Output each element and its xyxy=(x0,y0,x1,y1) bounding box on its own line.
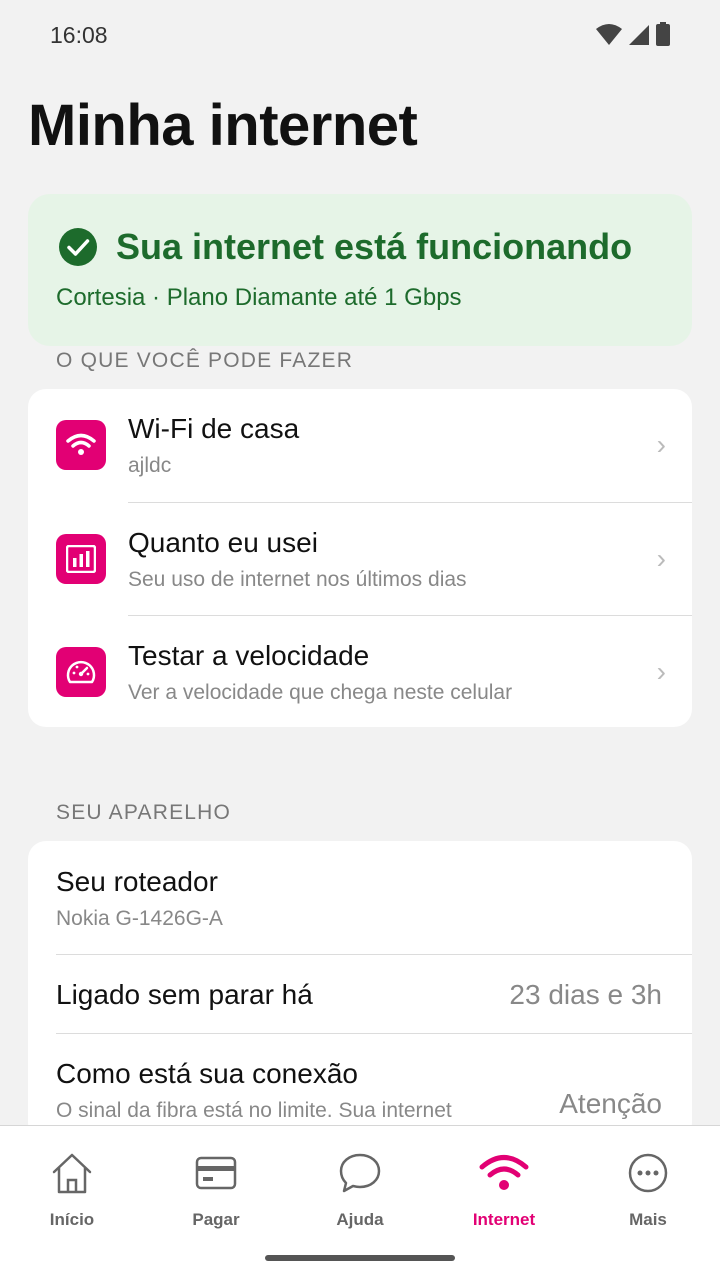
router-title: Seu roteador xyxy=(56,866,218,897)
page-title: Minha internet xyxy=(28,93,418,158)
check-circle-icon xyxy=(59,228,97,266)
action-title: Quanto eu usei xyxy=(128,527,318,558)
action-subtitle: Seu uso de internet nos últimos dias xyxy=(128,568,467,591)
wifi-signal-icon xyxy=(596,24,622,45)
status-icons xyxy=(596,22,670,46)
home-icon xyxy=(0,1150,144,1196)
uptime-label: Ligado sem parar há xyxy=(56,979,313,1010)
more-icon xyxy=(576,1150,720,1196)
wifi-icon xyxy=(432,1150,576,1196)
nav-item-ajuda[interactable]: Ajuda xyxy=(288,1150,432,1230)
nav-item-inicio[interactable]: Início xyxy=(0,1150,144,1230)
chevron-right-icon: › xyxy=(656,429,666,460)
nav-item-internet[interactable]: Internet xyxy=(432,1150,576,1230)
connection-detail: O sinal da fibra está no limite. Sua int… xyxy=(56,1099,452,1122)
chat-icon xyxy=(288,1150,432,1196)
connection-status-value: Atenção xyxy=(559,1088,662,1119)
action-subtitle: Ver a velocidade que chega neste celular xyxy=(128,681,513,704)
chevron-right-icon: › xyxy=(656,656,666,687)
plan-subtitle: Cortesia · Plano Diamante até 1 Gbps xyxy=(56,284,462,311)
status-time: 16:08 xyxy=(50,22,108,48)
cell-signal-icon xyxy=(629,25,649,45)
status-bar: 16:08 xyxy=(0,0,720,72)
connection-label: Como está sua conexão xyxy=(56,1058,358,1089)
battery-icon xyxy=(656,22,670,46)
action-row-speedtest[interactable]: Testar a velocidade Ver a velocidade que… xyxy=(56,615,692,727)
nav-label: Mais xyxy=(629,1210,667,1229)
chevron-right-icon: › xyxy=(656,543,666,574)
uptime-value: 23 dias e 3h xyxy=(509,979,662,1010)
router-row: Seu roteador Nokia G-1426G-A xyxy=(28,841,692,954)
home-indicator[interactable] xyxy=(265,1255,455,1261)
section-label-device: SEU APARELHO xyxy=(56,801,232,824)
action-title: Wi-Fi de casa xyxy=(128,413,300,444)
uptime-row: Ligado sem parar há 23 dias e 3h xyxy=(28,955,692,1033)
actions-card: Wi-Fi de casa ajldc › Quanto eu usei Seu… xyxy=(28,389,692,727)
nav-item-mais[interactable]: Mais xyxy=(576,1150,720,1230)
router-model: Nokia G-1426G-A xyxy=(56,907,223,930)
speedometer-icon xyxy=(56,647,106,697)
internet-status-card: Sua internet está funcionando Cortesia ·… xyxy=(28,194,692,346)
nav-label: Ajuda xyxy=(336,1210,384,1229)
nav-item-pagar[interactable]: Pagar xyxy=(144,1150,288,1230)
bar-chart-icon xyxy=(56,534,106,584)
action-subtitle: ajldc xyxy=(128,454,172,477)
action-row-wifi[interactable]: Wi-Fi de casa ajldc › xyxy=(28,389,692,502)
section-label-actions: O QUE VOCÊ PODE FAZER xyxy=(56,349,354,372)
wifi-icon xyxy=(56,420,106,470)
nav-label: Início xyxy=(49,1210,95,1229)
card-icon xyxy=(144,1150,288,1196)
nav-label: Pagar xyxy=(192,1210,240,1229)
action-title: Testar a velocidade xyxy=(128,640,370,671)
status-headline: Sua internet está funcionando xyxy=(116,226,633,267)
action-row-usage[interactable]: Quanto eu usei Seu uso de internet nos ú… xyxy=(56,502,692,615)
device-card: Seu roteador Nokia G-1426G-A Ligado sem … xyxy=(28,841,692,1141)
nav-label: Internet xyxy=(472,1210,536,1229)
